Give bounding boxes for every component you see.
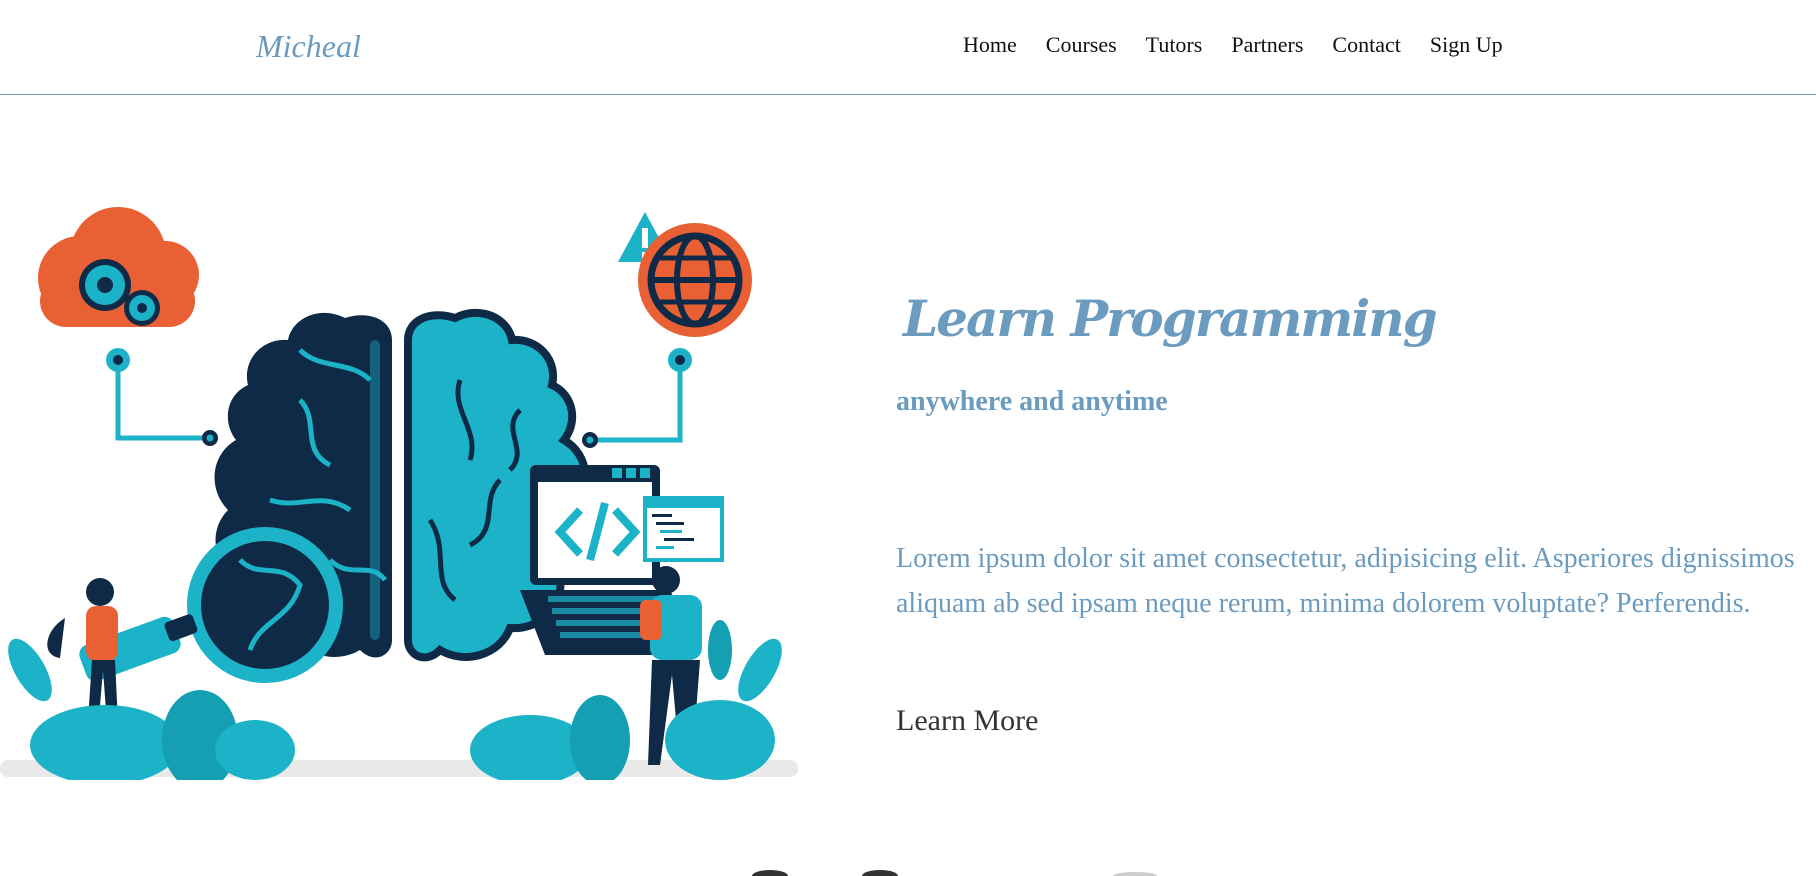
hero-title: Learn Programming [903,288,1438,348]
hero-illustration [0,200,800,790]
nav-links: Home Courses Tutors Partners Contact Sig… [963,32,1532,58]
nav-tutors-link[interactable]: Tutors [1146,32,1203,58]
navbar: Micheal Home Courses Tutors Partners Con… [0,0,1816,95]
nav-signup-link[interactable]: Sign Up [1430,32,1503,58]
code-window-icon [643,496,724,562]
globe-icon [638,223,752,337]
hero-subtitle: anywhere and anytime [896,386,1168,417]
hero-body-text: Lorem ipsum dolor sit amet consectetur, … [896,543,1795,619]
brand-logo[interactable]: Micheal [256,28,361,65]
cloud-gear-icon [38,207,199,327]
nav-partners-link[interactable]: Partners [1231,32,1303,58]
nav-courses-link[interactable]: Courses [1046,32,1117,58]
bottom-section-peek [752,870,1157,876]
nav-contact-link[interactable]: Contact [1332,32,1400,58]
magnifier-icon [79,527,343,683]
learn-more-button[interactable]: Learn More [896,704,1038,738]
nav-home-link[interactable]: Home [963,32,1017,58]
